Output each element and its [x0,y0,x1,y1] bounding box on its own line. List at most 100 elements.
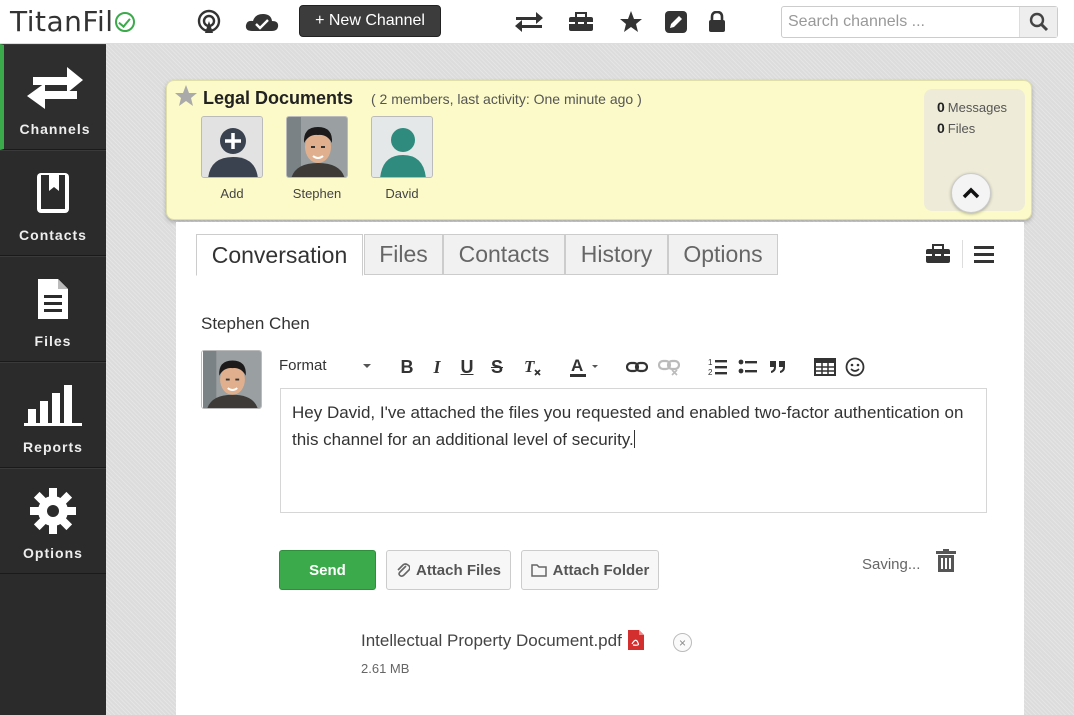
sidebar-item-label: Options [23,545,83,561]
files-label: Files [947,121,976,136]
numbered-list-icon[interactable]: 12 [705,354,731,380]
underline-icon[interactable]: U [454,354,480,380]
toolbox-icon[interactable] [566,8,596,36]
sidebar-item-channels[interactable]: Channels [0,44,106,150]
chevron-up-icon [962,187,980,199]
unlink-icon[interactable] [656,354,682,380]
channel-title: Legal Documents [203,88,354,108]
member-name: Stephen [292,186,342,201]
text-color-icon[interactable]: A [568,354,602,380]
chevron-down-icon [363,364,371,368]
files-stat: 0 Files [937,120,975,136]
format-dropdown[interactable]: Format [279,357,374,379]
blockquote-icon[interactable] [765,354,791,380]
member-stephen[interactable]: Stephen [286,116,348,201]
channel-stats: 0 Messages 0 Files [924,89,1025,213]
sidebar: Channels Contacts Files Reports Options [0,44,106,715]
cloud-sync-icon[interactable] [244,8,280,36]
strikethrough-icon[interactable]: S [484,354,510,380]
favorite-star-icon[interactable] [174,84,198,113]
trash-icon[interactable] [933,548,959,574]
channel-header-card: Legal Documents ( 2 members, last activi… [166,80,1032,220]
sidebar-item-contacts[interactable]: Contacts [0,150,106,256]
attach-files-label: Attach Files [415,561,502,579]
table-icon[interactable] [812,354,838,380]
edit-icon[interactable] [661,8,691,36]
tab-history[interactable]: History [565,234,668,275]
remove-attachment-button[interactable]: × [673,633,692,652]
svg-text:2: 2 [708,368,713,377]
attachment-size: 2.61 MB [361,661,410,676]
folder-icon [530,564,547,577]
logo-check-icon [114,12,135,32]
tab-options[interactable]: Options [668,234,778,275]
avatar[interactable] [371,116,433,178]
arrows-exchange-icon [4,59,106,115]
gear-icon [0,483,106,539]
address-book-icon [0,165,106,221]
avatar [201,350,262,409]
sidebar-item-files[interactable]: Files [0,256,106,362]
file-icon [0,271,106,327]
bold-icon[interactable]: B [394,354,420,380]
svg-text:T: T [524,357,535,376]
tab-files[interactable]: Files [364,234,443,275]
editor-toolbar: Format B I U S T A 12 [279,350,883,384]
messages-count: 0 [937,99,945,115]
tab-contacts[interactable]: Contacts [443,234,565,275]
add-member-avatar[interactable] [201,116,263,178]
messages-label: Messages [947,100,1008,115]
avatar[interactable] [286,116,348,178]
sidebar-item-options[interactable]: Options [0,468,106,574]
attachment-name[interactable]: Intellectual Property Document.pdf [361,631,622,651]
lock-icon[interactable] [702,8,732,36]
tab-conversation[interactable]: Conversation [196,234,363,276]
transfer-icon[interactable] [514,8,544,36]
menu-icon[interactable] [969,240,999,268]
search-input[interactable] [788,10,1018,34]
collapse-button[interactable] [951,173,991,213]
bar-chart-icon [0,377,106,433]
new-channel-button[interactable]: + New Channel [299,5,441,37]
italic-icon[interactable]: I [424,354,450,380]
message-editor[interactable]: Hey David, I've attached the files you r… [280,388,987,513]
sidebar-item-reports[interactable]: Reports [0,362,106,468]
member-david[interactable]: David [371,116,433,201]
toolbox-icon[interactable] [923,240,953,268]
sidebar-item-label: Channels [19,121,91,137]
messages-stat: 0 Messages [937,99,1007,115]
author-name: Stephen Chen [201,314,310,333]
attach-folder-button[interactable]: Attach Folder [521,550,659,590]
member-name: David [385,186,419,201]
svg-text:A: A [571,356,583,375]
files-count: 0 [937,120,945,136]
conversation-panel: Conversation Files Contacts History Opti… [176,222,1024,715]
channel-meta: ( 2 members, last activity: One minute a… [371,91,642,107]
search-icon [1029,12,1048,32]
send-button[interactable]: Send [279,550,376,590]
search-button[interactable] [1019,7,1057,37]
paperclip-icon [397,563,410,577]
bullet-list-icon[interactable] [735,354,761,380]
saving-status: Saving... [862,556,921,573]
emoji-icon[interactable] [842,354,868,380]
top-bar: TitanFil + New Channel [0,0,1074,44]
member-name: Add [220,186,244,201]
divider [962,240,963,268]
logo-text: TitanFil [10,5,114,38]
attach-files-button[interactable]: Attach Files [386,550,511,590]
sidebar-item-label: Reports [23,439,83,455]
broadcast-icon[interactable] [194,8,224,36]
search-box [781,6,1058,38]
pdf-file-icon[interactable] [627,629,645,656]
star-icon[interactable] [616,8,646,36]
attach-folder-label: Attach Folder [552,561,650,579]
titanfile-logo[interactable]: TitanFil [10,5,135,38]
clear-format-icon[interactable]: T [519,354,545,380]
format-label: Format [279,357,327,374]
sidebar-item-label: Contacts [19,227,87,243]
svg-text:1: 1 [708,358,713,367]
link-icon[interactable] [624,354,650,380]
add-member[interactable]: Add [201,116,263,201]
message-text: Hey David, I've attached the files you r… [292,403,964,449]
